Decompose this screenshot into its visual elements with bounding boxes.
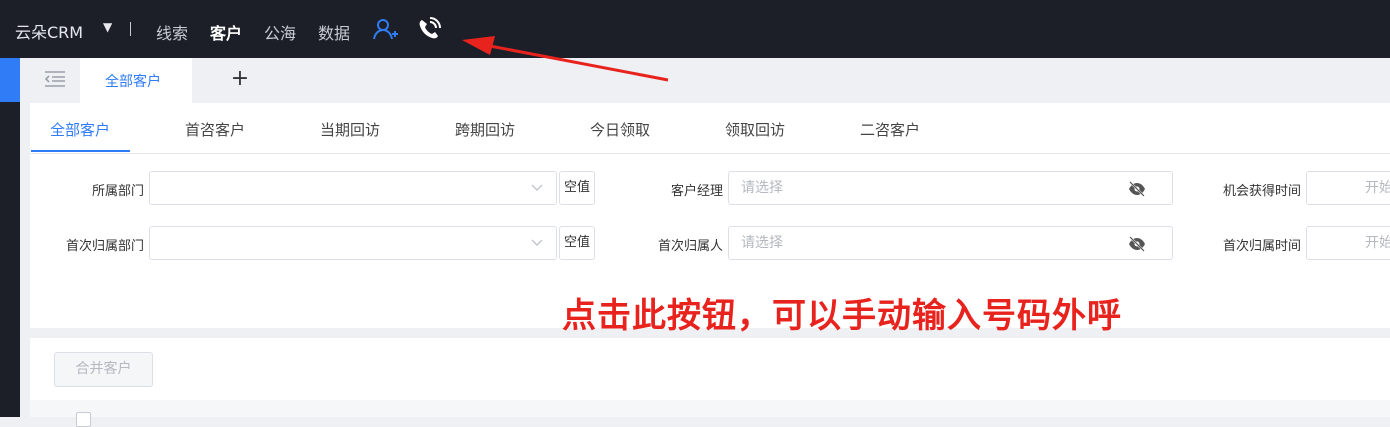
subtab-claim-followup[interactable]: 领取回访 [725, 119, 785, 140]
nav-item-public-pool[interactable]: 公海 [264, 20, 296, 44]
tab-label: 全部客户 [105, 74, 161, 90]
first-owner-placeholder: 请选择 [741, 235, 783, 251]
subtab-claimed-today[interactable]: 今日领取 [590, 119, 650, 140]
merge-customers-button[interactable]: 合并客户 [54, 352, 153, 387]
manager-label: 客户经理 [670, 184, 723, 199]
department-null-button[interactable]: 空值 [559, 171, 595, 205]
first-owner-input[interactable]: 请选择 [728, 226, 1173, 260]
subtab-first-consult[interactable]: 首咨客户 [185, 119, 245, 140]
chance-time-start-input[interactable]: 开始 [1306, 171, 1390, 205]
chance-time-placeholder: 开始 [1365, 180, 1390, 196]
nav-item-customers[interactable]: 客户 [210, 20, 242, 44]
eye-off-icon[interactable] [1128, 181, 1146, 197]
select-all-checkbox[interactable] [76, 412, 91, 427]
nav-item-leads[interactable]: 线索 [156, 20, 188, 44]
chevron-down-icon [531, 184, 543, 191]
first-department-select[interactable] [149, 226, 557, 260]
add-tab-button[interactable]: + [230, 68, 250, 90]
add-user-icon[interactable] [372, 16, 398, 42]
brand-dropdown-caret-icon[interactable]: ▼ [103, 20, 117, 34]
brand-name[interactable]: 云朵CRM [15, 19, 83, 43]
subtab-second-consult[interactable]: 二咨客户 [860, 119, 920, 140]
first-department-null-button[interactable]: 空值 [559, 226, 595, 260]
divider [130, 22, 131, 36]
active-subtab-indicator [31, 150, 130, 152]
nav-item-data[interactable]: 数据 [318, 20, 350, 44]
top-navigation-bar: 云朵CRM ▼ 线索 客户 公海 数据 [0, 0, 1390, 58]
manager-input[interactable]: 请选择 [728, 171, 1173, 205]
table-header [30, 400, 1390, 417]
first-department-label: 首次归属部门 [65, 239, 144, 254]
subtab-current-followup[interactable]: 当期回访 [320, 119, 380, 140]
chance-time-label: 机会获得时间 [1222, 184, 1301, 199]
department-select[interactable] [149, 171, 557, 205]
annotation-text: 点击此按钮，可以手动输入号码外呼 [562, 296, 1122, 336]
collapse-menu-icon[interactable] [44, 70, 66, 88]
subtab-all-customers[interactable]: 全部客户 [50, 119, 110, 140]
eye-off-icon[interactable] [1128, 236, 1146, 252]
phone-call-icon[interactable] [416, 16, 442, 42]
manager-placeholder: 请选择 [741, 180, 783, 196]
chevron-down-icon [531, 239, 543, 246]
page-tab-strip [20, 58, 1390, 103]
left-sidebar [0, 58, 20, 417]
first-owner-time-label: 首次归属时间 [1222, 239, 1301, 254]
tab-all-customers[interactable]: 全部客户 [80, 58, 192, 103]
subtab-cross-period-followup[interactable]: 跨期回访 [455, 119, 515, 140]
first-owner-label: 首次归属人 [657, 239, 723, 254]
first-owner-time-placeholder: 开始 [1365, 235, 1390, 251]
sidebar-active-indicator [0, 58, 20, 102]
department-label: 所属部门 [91, 184, 144, 199]
first-owner-time-start-input[interactable]: 开始 [1306, 226, 1390, 260]
